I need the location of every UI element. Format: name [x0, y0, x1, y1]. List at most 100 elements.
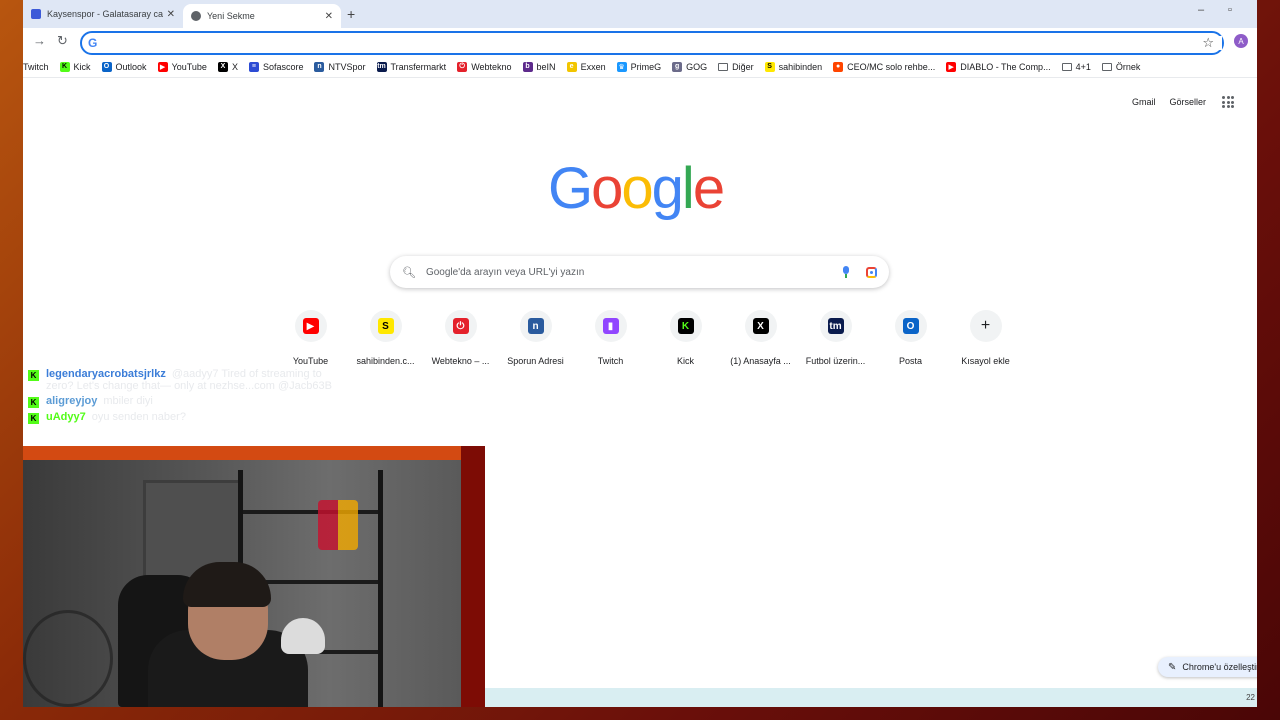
- bookmark-label: Webtekno: [471, 61, 512, 72]
- close-tab-icon[interactable]: ✕: [325, 11, 333, 22]
- gog-icon: g: [672, 61, 683, 72]
- bookmark-label: Kick: [73, 61, 91, 72]
- youtube-icon: ▶: [157, 61, 168, 72]
- primeg-icon: ♛: [616, 61, 627, 72]
- gmail-link[interactable]: Gmail: [1132, 97, 1156, 107]
- bookmark-item[interactable]: Diğer: [718, 62, 754, 72]
- customize-chrome-button[interactable]: ✎ Chrome'u özelleştir: [1158, 657, 1257, 677]
- bookmark-label: Örnek: [1115, 61, 1141, 72]
- bookmark-label: Outlook: [115, 61, 147, 72]
- bookmark-star-icon[interactable]: ☆: [1202, 35, 1214, 51]
- url-input[interactable]: [105, 36, 1222, 50]
- shortcut-tile[interactable]: ▮ Twitch: [573, 310, 648, 366]
- maximize-icon[interactable]: ▫: [1228, 4, 1232, 16]
- shortcut-label: Kısayol ekle: [961, 356, 1010, 366]
- minimize-icon[interactable]: –: [1198, 4, 1204, 16]
- bookmark-item[interactable]: b beIN: [522, 61, 556, 72]
- sahibinden-icon: S: [377, 318, 394, 334]
- voice-search-icon[interactable]: [842, 266, 850, 278]
- chat-message: Kaligreyjoy mbiler diyi: [28, 395, 338, 408]
- tab-kayserispor[interactable]: Kaysenspor - Galatasaray canl... ✕: [23, 0, 183, 28]
- shortcut-tile[interactable]: X (1) Anasayfa ...: [723, 310, 798, 366]
- shortcut-tile[interactable]: ⏻ Webtekno – ...: [423, 310, 498, 366]
- shortcut-circle: ⏻: [444, 310, 477, 342]
- bookmark-label: YouTube: [171, 61, 207, 72]
- google-logo: Google: [548, 156, 725, 221]
- plus-icon: +: [980, 317, 991, 334]
- search-icon: 🔍︎: [402, 266, 416, 279]
- bookmark-label: DIABLO - The Comp...: [960, 61, 1051, 72]
- bookmark-label: sahibinden: [778, 61, 823, 72]
- shortcut-tile[interactable]: tm Futbol üzerin...: [798, 310, 873, 366]
- chat-text: legendaryacrobatsjrlkz @aadyy7 Tired of s…: [46, 368, 338, 392]
- bookmark-label: GOG: [686, 61, 708, 72]
- bookmark-item[interactable]: K Kick: [59, 61, 91, 72]
- bookmark-item[interactable]: O Outlook: [101, 61, 147, 72]
- bookmark-item[interactable]: Twitch: [23, 62, 49, 72]
- bookmark-item[interactable]: XX: [217, 61, 238, 72]
- ntvspor-icon: n: [314, 61, 325, 72]
- shortcut-tile[interactable]: ▶ YouTube: [273, 310, 348, 366]
- bookmark-item[interactable]: ♛ PrimeG: [616, 61, 661, 72]
- google-lens-icon[interactable]: [866, 266, 877, 278]
- bookmark-item[interactable]: ≡ Sofascore: [248, 61, 303, 72]
- stream-chat-overlay: Klegendaryacrobatsjrlkz @aadyy7 Tired of …: [28, 368, 338, 427]
- kick-icon: K: [677, 318, 694, 334]
- shortcut-label: sahibinden.c...: [356, 356, 415, 366]
- tab-title: Kaysenspor - Galatasaray canl...: [47, 9, 163, 19]
- shortcut-label: Kick: [676, 356, 694, 366]
- bookmark-label: beIN: [536, 61, 556, 72]
- address-bar[interactable]: G ☆: [80, 31, 1224, 55]
- shortcut-circle: n: [519, 310, 552, 342]
- bookmark-item[interactable]: 4+1: [1061, 62, 1091, 72]
- shortcut-label: Sporun Adresi: [507, 356, 564, 366]
- shortcut-circle: ▶: [294, 310, 327, 342]
- transfermarkt-icon: tm: [376, 61, 387, 72]
- shortcut-circle: K: [669, 310, 702, 342]
- header-links: Gmail Görseller: [1118, 96, 1234, 108]
- shortcut-label: Twitch: [597, 356, 624, 366]
- webtekno-icon: ⏻: [457, 61, 468, 72]
- reload-icon[interactable]: ↻: [57, 33, 68, 49]
- youtube-icon: ▶: [946, 61, 957, 72]
- bookmark-item[interactable]: ▶ DIABLO - The Comp...: [946, 61, 1051, 72]
- profile-avatar[interactable]: A: [1234, 34, 1248, 48]
- shortcut-circle: ▮: [594, 310, 627, 342]
- images-link[interactable]: Görseller: [1169, 97, 1206, 107]
- shortcut-circle: O: [894, 310, 927, 342]
- shortcut-tile[interactable]: n Sporun Adresi: [498, 310, 573, 366]
- bookmarks-bar: Twitch K Kick O Outlook ▶ YouTube X X ≡ Sofascore n…: [23, 56, 1257, 78]
- search-box[interactable]: 🔍︎ Google'da arayın veya URL'yi yazın: [390, 256, 889, 288]
- shortcut-label: Futbol üzerin...: [805, 356, 866, 366]
- bookmark-item[interactable]: ● CEO/MC solo rehbe...: [833, 61, 935, 72]
- twitch-icon: ▮: [602, 318, 619, 334]
- sofascore-icon: ≡: [248, 61, 259, 72]
- shortcut-tile[interactable]: + Kısayol ekle: [948, 310, 1023, 366]
- x-icon: X: [217, 61, 228, 72]
- tab-new-tab[interactable]: Yeni Sekme ✕: [183, 4, 341, 28]
- shortcut-tile[interactable]: Ssahibinden.c...: [348, 310, 423, 366]
- bookmark-item[interactable]: Ssahibinden: [764, 61, 823, 72]
- new-tab-button[interactable]: +: [347, 6, 355, 22]
- bookmark-item[interactable]: g GOG: [672, 61, 708, 72]
- bookmark-item[interactable]: e Exxen: [566, 61, 606, 72]
- apps-grid-icon[interactable]: [1222, 96, 1234, 108]
- close-tab-icon[interactable]: ✕: [167, 9, 175, 20]
- shortcut-circle: +: [969, 310, 1002, 342]
- forward-arrow-icon[interactable]: →: [33, 33, 46, 48]
- bookmark-item[interactable]: n NTVSpor: [314, 61, 366, 72]
- bookmark-item[interactable]: ▶ YouTube: [157, 61, 207, 72]
- shortcut-tile[interactable]: O Posta: [873, 310, 948, 366]
- chat-text: uAdyy7 oyu senden naber?: [46, 411, 186, 423]
- pencil-icon: ✎: [1168, 661, 1177, 673]
- bookmark-item[interactable]: tm Transfermarkt: [376, 61, 446, 72]
- bookmark-item[interactable]: ⏻ Webtekno: [457, 61, 512, 72]
- chat-username: uAdyy7: [46, 411, 86, 423]
- webtekno-icon: ⏻: [452, 318, 469, 334]
- outlook-icon: O: [902, 318, 919, 334]
- folder-icon: [1101, 62, 1112, 71]
- chat-message-text: mbiler diyi: [103, 395, 153, 407]
- shortcut-tile[interactable]: K Kick: [648, 310, 723, 366]
- bookmark-item[interactable]: Örnek: [1101, 61, 1141, 72]
- chat-username: aligreyjoy: [46, 395, 98, 407]
